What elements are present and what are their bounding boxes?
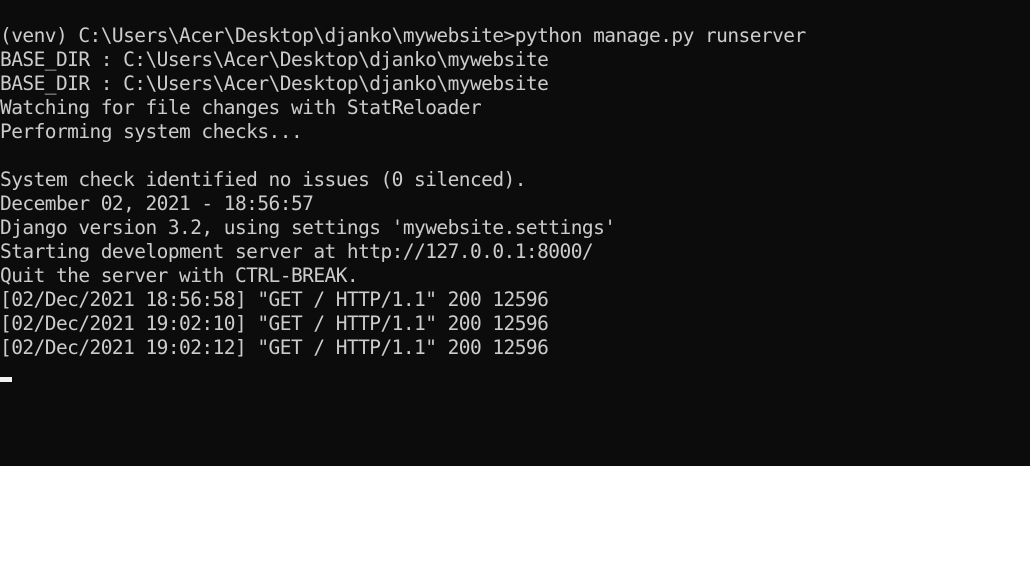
terminal-line: BASE_DIR : C:\Users\Acer\Desktop\djanko\… xyxy=(0,48,549,71)
text-cursor xyxy=(0,377,12,382)
terminal-line-request-log: [02/Dec/2021 19:02:12] "GET / HTTP/1.1" … xyxy=(0,336,549,359)
terminal-line-request-log: [02/Dec/2021 19:02:10] "GET / HTTP/1.1" … xyxy=(0,312,549,335)
terminal-line-request-log: [02/Dec/2021 18:56:58] "GET / HTTP/1.1" … xyxy=(0,288,549,311)
terminal-line: System check identified no issues (0 sil… xyxy=(0,168,526,191)
page-background xyxy=(0,466,1030,564)
terminal-line: Starting development server at http://12… xyxy=(0,240,594,263)
terminal-line-command: (venv) C:\Users\Acer\Desktop\djanko\mywe… xyxy=(0,24,806,47)
terminal-line: Django version 3.2, using settings 'mywe… xyxy=(0,216,616,239)
terminal-output: (venv) C:\Users\Acer\Desktop\djanko\mywe… xyxy=(0,24,806,360)
terminal-window[interactable]: (venv) C:\Users\Acer\Desktop\djanko\mywe… xyxy=(0,0,1030,466)
terminal-line: Watching for file changes with StatReloa… xyxy=(0,96,482,119)
terminal-line: December 02, 2021 - 18:56:57 xyxy=(0,192,314,215)
terminal-line: BASE_DIR : C:\Users\Acer\Desktop\djanko\… xyxy=(0,72,549,95)
terminal-line: Performing system checks... xyxy=(0,120,303,143)
terminal-line: Quit the server with CTRL-BREAK. xyxy=(0,264,359,287)
